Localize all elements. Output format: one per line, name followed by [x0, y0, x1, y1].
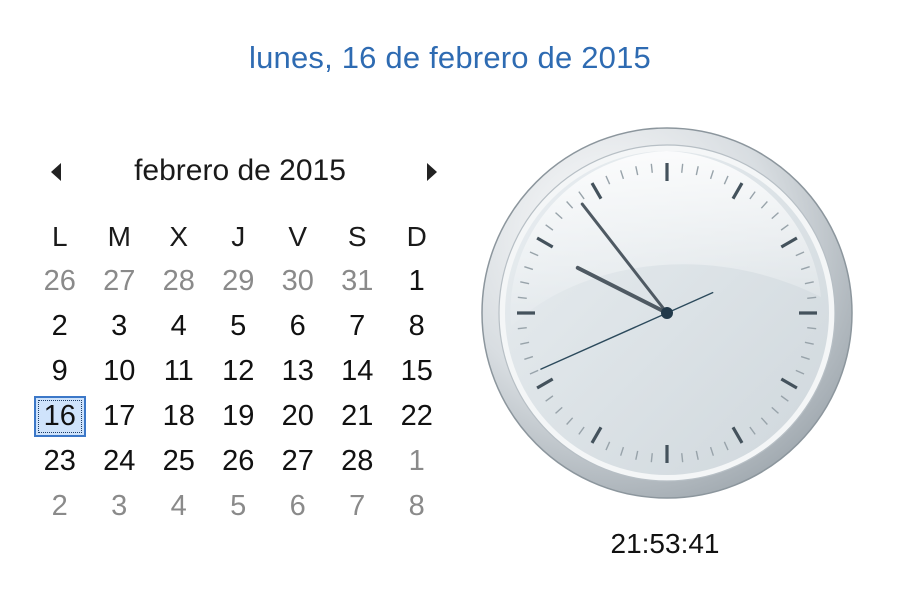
- calendar-grid: L M X J V S D 26 27 28 29 30 31 1 2 3 4 5 6 7 8 9 10 11 12 13 14 15…: [30, 214, 447, 529]
- month-title[interactable]: febrero de 2015: [90, 154, 390, 188]
- calendar-day[interactable]: 7: [328, 304, 388, 349]
- calendar-day[interactable]: 1: [387, 259, 447, 304]
- previous-month-button[interactable]: [38, 150, 74, 194]
- triangle-right-icon: [427, 163, 437, 181]
- calendar-day[interactable]: 1: [387, 439, 447, 484]
- calendar-day[interactable]: 26: [30, 259, 90, 304]
- next-month-button[interactable]: [414, 150, 450, 194]
- calendar-day[interactable]: 31: [328, 259, 388, 304]
- full-date-heading[interactable]: lunes, 16 de febrero de 2015: [0, 40, 900, 76]
- weekday-header: M: [107, 220, 131, 252]
- calendar-day[interactable]: 4: [149, 484, 209, 529]
- weekday-header: D: [406, 220, 427, 252]
- calendar-day[interactable]: 20: [268, 394, 328, 439]
- minute-tick: [517, 296, 527, 299]
- calendar-day[interactable]: 3: [90, 484, 150, 529]
- calendar-day[interactable]: 18: [149, 394, 209, 439]
- calendar-day[interactable]: 2: [30, 304, 90, 349]
- calendar-day[interactable]: 7: [328, 484, 388, 529]
- minute-tick: [650, 453, 653, 463]
- calendar-day[interactable]: 25: [149, 439, 209, 484]
- calendar-day[interactable]: 17: [90, 394, 150, 439]
- calendar-day[interactable]: 10: [90, 349, 150, 394]
- minute-tick: [517, 327, 527, 330]
- calendar-day[interactable]: 24: [90, 439, 150, 484]
- analog-clock: [481, 127, 853, 499]
- weekday-header: X: [169, 220, 189, 252]
- weekday-header: S: [347, 220, 367, 252]
- triangle-left-icon: [51, 163, 61, 181]
- calendar-day[interactable]: 5: [209, 304, 269, 349]
- calendar-day[interactable]: 30: [268, 259, 328, 304]
- calendar-day[interactable]: 28: [149, 259, 209, 304]
- calendar-day[interactable]: 23: [30, 439, 90, 484]
- minute-tick: [650, 163, 653, 173]
- calendar-day[interactable]: 14: [328, 349, 388, 394]
- calendar-nav: febrero de 2015: [30, 150, 450, 194]
- calendar-day[interactable]: 4: [149, 304, 209, 349]
- minute-tick: [807, 327, 817, 330]
- calendar-day[interactable]: 27: [90, 259, 150, 304]
- minute-tick: [681, 453, 684, 463]
- calendar-day[interactable]: 8: [387, 304, 447, 349]
- calendar-day[interactable]: 2: [30, 484, 90, 529]
- calendar-day[interactable]: 11: [149, 349, 209, 394]
- calendar-day-today[interactable]: 16: [34, 396, 86, 437]
- calendar-day[interactable]: 26: [209, 439, 269, 484]
- calendar-day[interactable]: 8: [387, 484, 447, 529]
- digital-time: 21:53:41: [610, 528, 720, 559]
- weekday-header: L: [51, 220, 68, 252]
- calendar-day[interactable]: 5: [209, 484, 269, 529]
- calendar-day[interactable]: 28: [328, 439, 388, 484]
- calendar-day[interactable]: 3: [90, 304, 150, 349]
- minute-tick: [681, 163, 684, 173]
- weekday-header: V: [288, 220, 308, 252]
- clock-center-pin: [661, 307, 673, 319]
- calendar-day[interactable]: 13: [268, 349, 328, 394]
- calendar-day[interactable]: 9: [30, 349, 90, 394]
- calendar-day[interactable]: 21: [328, 394, 388, 439]
- minute-tick: [807, 296, 817, 299]
- calendar: febrero de 2015 L M X J V S D 26 27 28 29 30 31 1 2 3 4 5…: [30, 140, 450, 540]
- calendar-day[interactable]: 27: [268, 439, 328, 484]
- calendar-day[interactable]: 15: [387, 349, 447, 394]
- calendar-day[interactable]: 12: [209, 349, 269, 394]
- calendar-day[interactable]: 6: [268, 304, 328, 349]
- calendar-day[interactable]: 29: [209, 259, 269, 304]
- calendar-day[interactable]: 22: [387, 394, 447, 439]
- weekday-header: J: [231, 220, 246, 252]
- calendar-day[interactable]: 6: [268, 484, 328, 529]
- calendar-day[interactable]: 19: [209, 394, 269, 439]
